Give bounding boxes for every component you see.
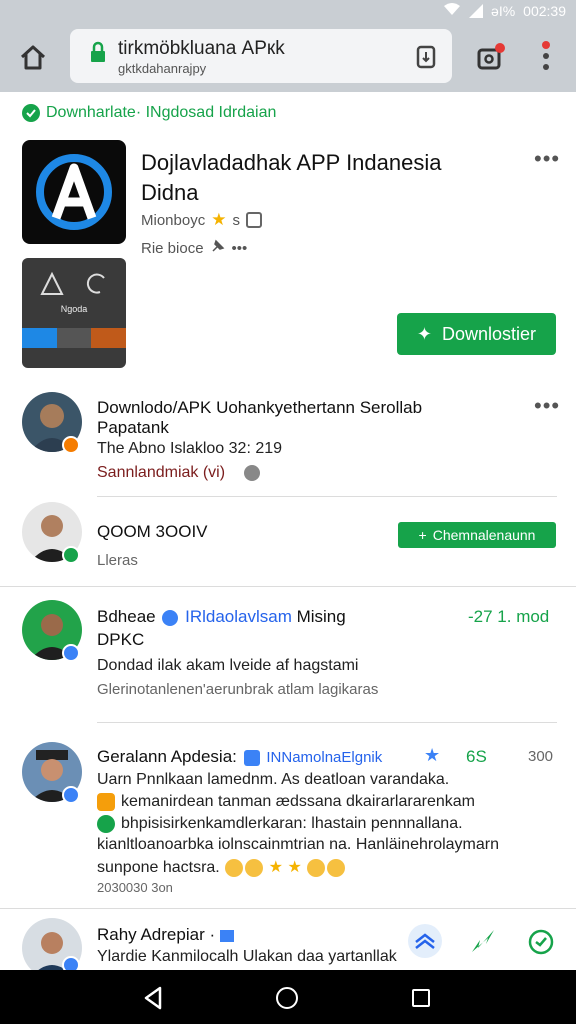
star-emoji-icon: ★ xyxy=(268,859,283,876)
like-count: 6S xyxy=(466,747,487,766)
badge-icon xyxy=(62,546,80,564)
post-author-line: Geralann Apdesia: INNamolnaElgnik xyxy=(97,747,382,767)
post-more-icon[interactable]: ••• xyxy=(534,393,560,419)
flag-icon xyxy=(219,929,234,942)
author-name[interactable]: Bdheae xyxy=(97,607,156,626)
author-handle[interactable]: IRldaolavlsam xyxy=(185,607,292,626)
post-line: kemanirdean tanman ædssana dkairarlarare… xyxy=(97,793,475,811)
post-author[interactable]: Sannlandmiak (vi) xyxy=(97,464,225,482)
timer-icon[interactable] xyxy=(524,924,558,958)
lock-icon xyxy=(90,41,106,63)
post-text: Ylardie Kanmilocalh Ulakan daa yartanlla… xyxy=(97,948,397,965)
overflow-menu-icon[interactable] xyxy=(534,40,558,74)
thumbnail-label: Ngoda xyxy=(60,304,88,314)
post-line: bhpisisirkenkamdlerkaran: lhastain pennn… xyxy=(97,815,463,833)
verified-badge-icon xyxy=(62,644,80,662)
star-icon: ★ xyxy=(424,745,441,765)
back-icon[interactable] xyxy=(142,986,164,1015)
more-options-icon[interactable]: ••• xyxy=(534,146,560,172)
download-plus-icon: ✦ xyxy=(416,323,433,344)
app-screenshot-thumbnail[interactable]: Ngoda xyxy=(22,258,126,368)
author-name: Rahy Adrepiar · xyxy=(97,925,234,945)
system-navigation-bar xyxy=(0,970,576,1024)
post-author-line: Bdheae IRldaolavlsam Mising xyxy=(97,607,346,627)
post-line: sunpone hactsra. ★ ★ xyxy=(97,857,346,877)
boost-icon[interactable] xyxy=(466,924,500,958)
post-line: kianltloanoarbka iolnscainmtrian na. Han… xyxy=(97,836,499,853)
signal-icon xyxy=(469,3,484,18)
download-label: Downlostier xyxy=(442,323,537,344)
app-secondary-text: Rie bioce xyxy=(141,239,204,257)
status-bar: əΙ% 002:39 xyxy=(0,0,576,22)
channel-label: Chemnalenaunn xyxy=(432,527,536,543)
address-bar[interactable]: tirkmöbkluаnа AРкk gktkdahanrajpy xyxy=(70,29,452,83)
recent-apps-icon[interactable] xyxy=(412,989,430,1007)
star-emoji-icon: ★ xyxy=(287,859,302,876)
post-score: -27 1. mod xyxy=(468,607,550,626)
developer-name: Mionboyc xyxy=(141,211,206,229)
pin-icon xyxy=(210,238,226,258)
download-button[interactable]: ✦ Downlostier xyxy=(397,313,556,355)
smile-emoji-icon xyxy=(327,858,346,877)
verified-badge-icon xyxy=(62,786,80,804)
smile-emoji-icon xyxy=(225,858,244,877)
share-icon[interactable] xyxy=(408,924,442,958)
check-icon xyxy=(22,104,40,122)
verified-icon xyxy=(244,465,260,481)
author-name[interactable]: Geralann Apdesia: xyxy=(97,747,237,766)
post-info: The Abno Islakloo 32: 219 xyxy=(97,440,283,457)
badge-icon xyxy=(62,436,80,454)
post-title-line-2[interactable]: Papatank xyxy=(97,418,169,438)
post-title[interactable]: Downlodo/APK Uohankyethertann Serollab xyxy=(97,398,422,418)
star-icon: ★ xyxy=(211,210,227,229)
app-meta-row-2: Rie bioce ••• xyxy=(141,238,247,258)
app-logo-icon xyxy=(22,140,126,244)
post-line: Uarn Pnnlkaan lamednm. As deatloan varan… xyxy=(97,771,450,788)
post-subtext: Glerinotanlenen'aerunbrak atlam lagikara… xyxy=(97,681,379,698)
extension-icon[interactable] xyxy=(416,43,436,69)
info-icon xyxy=(245,212,262,228)
home-nav-icon[interactable] xyxy=(276,987,298,1009)
tabs-icon[interactable] xyxy=(475,42,505,72)
banner-text: Downharlate· INgdosad Idrdaian xyxy=(46,104,277,121)
url-text: tirkmöbkluаnа AРкk xyxy=(118,38,285,59)
home-icon[interactable] xyxy=(18,42,48,72)
check-emoji-icon xyxy=(97,815,115,833)
view-count: 300 xyxy=(528,748,554,765)
post-date: 2030030 3on xyxy=(97,880,173,895)
plus-icon: + xyxy=(418,527,427,543)
app-title: Dojlavladadhak APP Indanesia Didna xyxy=(141,150,442,205)
box-emoji-icon xyxy=(97,793,115,811)
author-line-2: DPKC xyxy=(97,630,145,649)
post-text: Dondad ilak akam lveide af hagstami xyxy=(97,657,359,674)
wifi-icon xyxy=(443,2,461,19)
verified-icon xyxy=(162,609,179,626)
smile-emoji-icon xyxy=(307,858,326,877)
channel-button[interactable]: + Chemnalenaunn xyxy=(398,522,556,548)
more-icon[interactable]: ••• xyxy=(232,240,248,257)
battery-text: əΙ% xyxy=(491,2,516,19)
app-meta-row: Mionboyc ★ s xyxy=(141,210,262,230)
row-title: QOOM 3OOIV xyxy=(97,522,208,541)
row-subtext: Lleras xyxy=(97,552,138,569)
clock: 002:39 xyxy=(523,2,566,19)
smile-emoji-icon xyxy=(245,858,264,877)
author-handle[interactable]: INNamolnaElgnik xyxy=(266,749,382,766)
verified-banner: Downharlate· INgdosad Idrdaian xyxy=(22,104,276,122)
author-suffix: Mising xyxy=(296,607,346,626)
url-subtext: gktkdahanrajpy xyxy=(118,61,207,76)
chat-icon xyxy=(243,749,260,766)
browser-toolbar: tirkmöbkluаnа AРкk gktkdahanrajpy xyxy=(0,22,576,92)
rating-value: s xyxy=(232,211,240,229)
